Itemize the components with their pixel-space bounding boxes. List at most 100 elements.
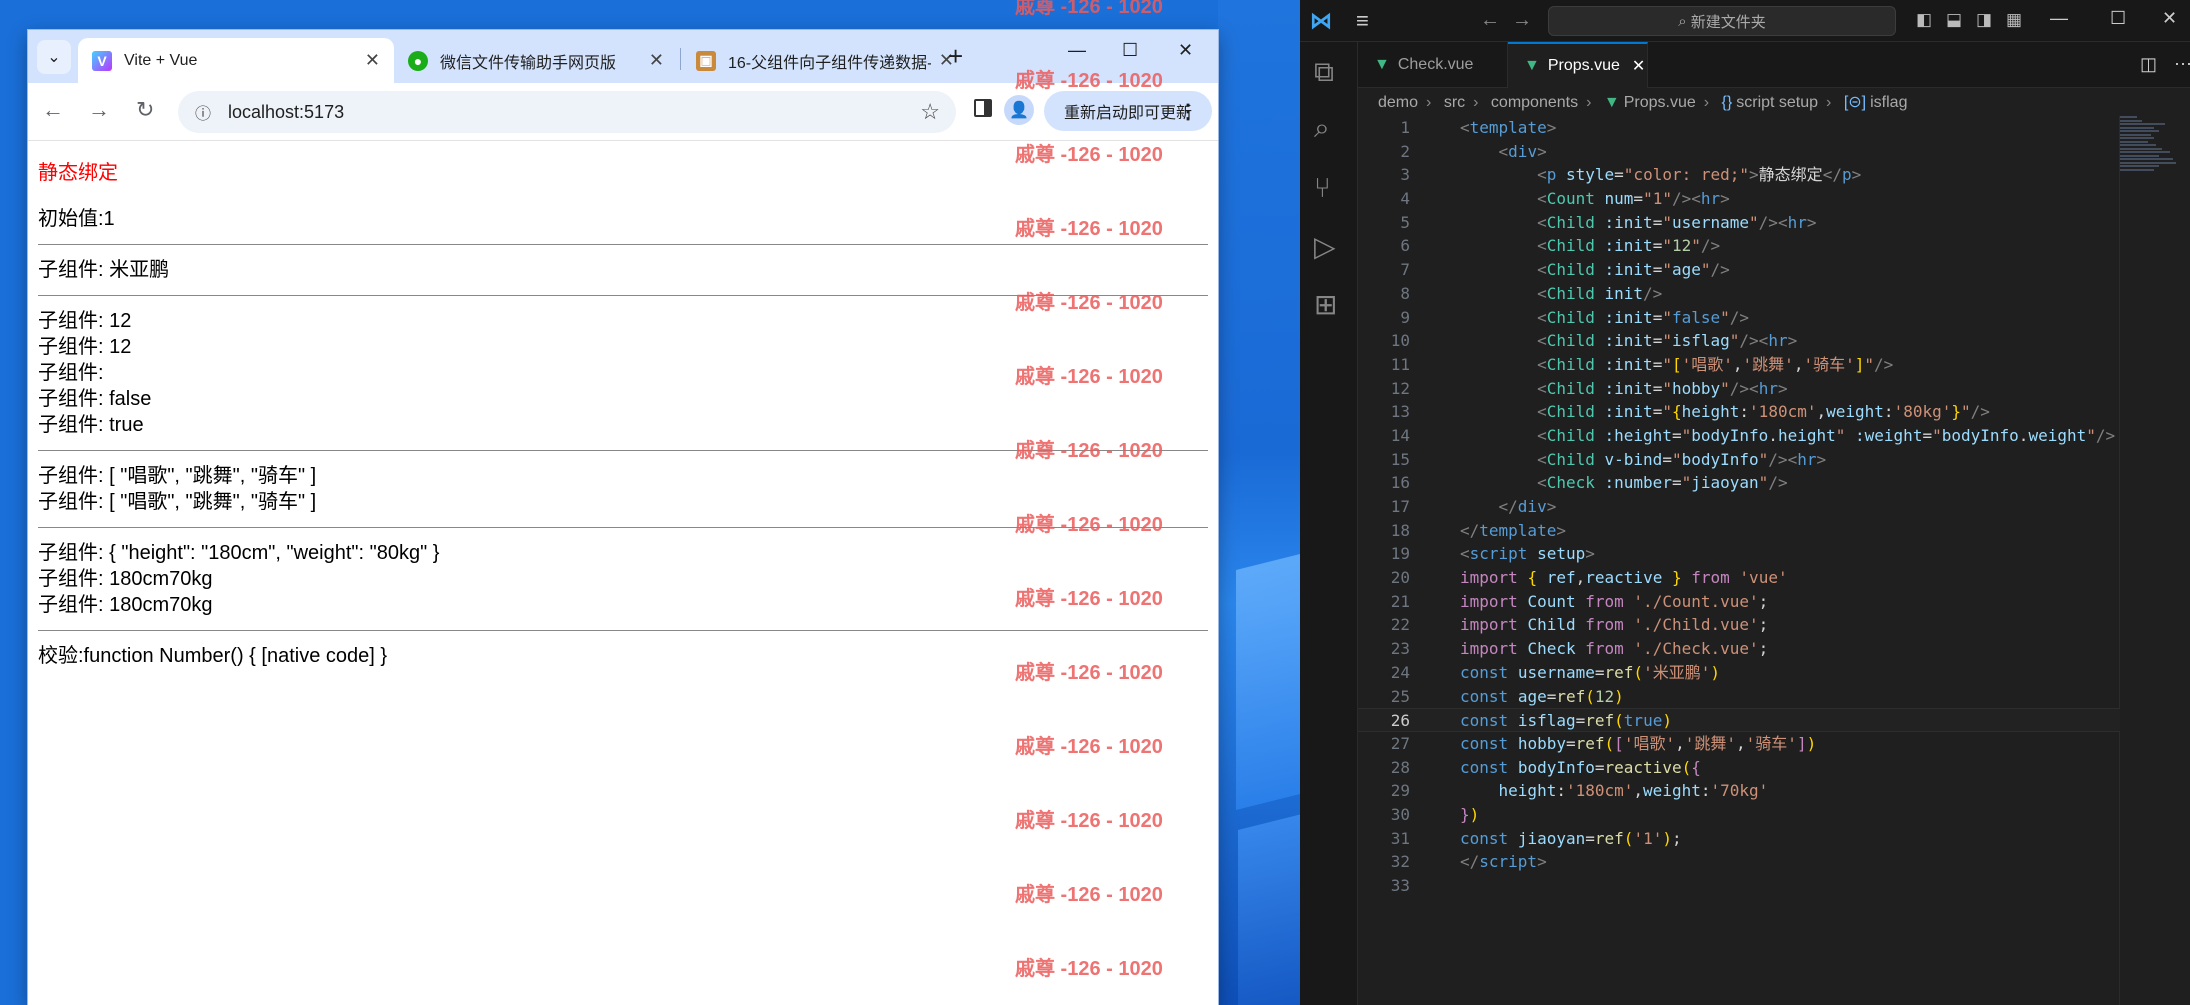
new-tab-plus-icon[interactable]: + — [948, 41, 963, 72]
code-line: 19 <script setup> — [1390, 544, 1595, 564]
code-line: 21 import Count from './Count.vue'; — [1390, 591, 1769, 611]
code-line: 6 <Child :init="12"/> — [1400, 236, 1721, 256]
watermark-text: 戚尊 -126 - 1020 — [1015, 0, 1163, 18]
extensions-icon[interactable]: ⊞ — [1314, 288, 1337, 321]
vue-file-icon: ▼ — [1603, 94, 1620, 111]
code-line: 3 <p style="color: red;">静态绑定</p> — [1400, 165, 1862, 185]
breadcrumb-item[interactable]: demo — [1378, 94, 1418, 111]
editor-area: ▼ Check.vue ▼ Props.vue ✕ ◫ ⋯ demo › src ›… — [1358, 42, 2190, 1005]
code-line: 27 const hobby=ref(['唱歌','跳舞','骑车']) — [1390, 733, 1817, 753]
editor-tab-check[interactable]: ▼ Check.vue — [1358, 42, 1508, 88]
vue-file-icon: ▼ — [1374, 56, 1390, 73]
minimap[interactable] — [2120, 116, 2176, 196]
tab-wechat[interactable]: ● 微信文件传输助手网页版 ✕ — [394, 38, 678, 83]
hamburger-menu-icon[interactable]: ≡ — [1356, 8, 1369, 34]
vscode-window: ⋈ ≡ ← → ⌕ 新建文件夹 ◧ ⬓ ◨ ▦ — ☐ ✕ ⧉ ⌕ ⑂ ▷ ⊞ … — [1300, 0, 2190, 1005]
back-arrow-icon[interactable]: ← — [1480, 9, 1500, 32]
code-line: 17 </div> — [1390, 497, 1557, 516]
code-line: 28 const bodyInfo=reactive({ — [1390, 757, 1701, 777]
braces-icon: {} — [1721, 94, 1733, 111]
page-title: 静态绑定 — [38, 162, 118, 184]
profile-avatar-icon[interactable]: 👤 — [1004, 95, 1034, 125]
code-line: 20 import { ref,reactive } from 'vue' — [1390, 568, 1788, 588]
breadcrumb-item[interactable]: components — [1491, 94, 1578, 111]
vscode-logo-icon: ⋈ — [1310, 8, 1332, 33]
close-tab-icon[interactable]: ✕ — [365, 50, 380, 71]
more-actions-icon[interactable]: ⋯ — [2174, 54, 2190, 75]
toggle-secondary-sidebar-icon[interactable]: ◨ — [1976, 10, 1992, 30]
code-line: 13 <Child :init="{height:'180cm',weight:… — [1390, 402, 1990, 422]
breadcrumb-item[interactable]: src — [1444, 94, 1465, 111]
code-line: 12 <Child :init="hobby"/><hr> — [1390, 378, 1788, 398]
editor-tab-props[interactable]: ▼ Props.vue ✕ — [1508, 42, 1648, 88]
search-label: 新建文件夹 — [1690, 13, 1766, 31]
forward-arrow-icon[interactable]: → — [1512, 9, 1532, 32]
more-menu-icon[interactable]: ⋮ — [1178, 99, 1198, 124]
code-editor[interactable]: 1 <template> 2 <div> 3 <p style="color: r… — [1358, 116, 2120, 898]
tab-article[interactable]: ▣ 16-父组件向子组件传递数据- ✕ — [682, 38, 968, 83]
breadcrumb-item[interactable]: isflag — [1870, 94, 1907, 111]
tab-title: 16-父组件向子组件传递数据- — [728, 54, 931, 72]
minimize-icon[interactable]: — — [2050, 8, 2068, 29]
breadcrumb: demo › src › components › ▼ Props.vue › {} scr… — [1378, 94, 1908, 111]
desktop-wallpaper — [1218, 0, 1300, 1005]
divider — [38, 527, 1208, 528]
toggle-panel-icon[interactable]: ⬓ — [1946, 10, 1962, 30]
toggle-primary-sidebar-icon[interactable]: ◧ — [1916, 10, 1932, 30]
split-editor-icon[interactable]: ◫ — [2140, 54, 2157, 75]
tab-strip: ⌄ V Vite + Vue ✕ ● 微信文件传输助手网页版 ✕ ▣ 16-父组… — [28, 30, 1218, 83]
tab-search-chevron-icon[interactable]: ⌄ — [37, 40, 71, 74]
wallpaper-pane — [1238, 810, 1300, 1005]
editor-tabs: ▼ Check.vue ▼ Props.vue ✕ ◫ ⋯ — [1358, 42, 2190, 88]
child-output: 子组件: [ "唱歌", "跳舞", "骑车" ] — [38, 491, 317, 513]
code-line: 25 const age=ref(12) — [1390, 686, 1624, 706]
code-line: 5 <Child :init="username"/><hr> — [1400, 212, 1817, 232]
article-icon: ▣ — [696, 50, 716, 71]
source-control-icon[interactable]: ⑂ — [1314, 172, 1331, 204]
command-center-search[interactable]: ⌕ 新建文件夹 — [1548, 6, 1896, 36]
code-line: 15 <Child v-bind="bodyInfo"/><hr> — [1390, 449, 1827, 469]
back-arrow-icon[interactable]: ← — [42, 97, 64, 123]
child-output: 子组件: 180cm70kg — [38, 594, 213, 616]
tab-vite-vue[interactable]: V Vite + Vue ✕ — [78, 38, 394, 83]
run-debug-icon[interactable]: ▷ — [1314, 230, 1336, 263]
bookmark-star-icon[interactable]: ☆ — [920, 99, 940, 125]
code-line: 10 <Child :init="isflag"/><hr> — [1390, 331, 1798, 351]
child-output: 子组件: true — [38, 414, 144, 436]
site-info-icon[interactable]: ⓘ — [188, 100, 218, 124]
close-tab-icon[interactable]: ✕ — [649, 50, 664, 71]
wallpaper-pane — [1236, 550, 1300, 810]
maximize-icon[interactable]: ☐ — [1122, 40, 1138, 61]
maximize-icon[interactable]: ☐ — [2110, 8, 2126, 29]
customize-layout-icon[interactable]: ▦ — [2006, 10, 2022, 30]
breadcrumb-item[interactable]: script setup — [1736, 94, 1818, 111]
variable-icon: [⊝] — [1843, 94, 1867, 111]
side-panel-icon[interactable] — [974, 99, 992, 117]
activity-bar: ⧉ ⌕ ⑂ ▷ ⊞ — [1300, 42, 1358, 1005]
code-line-current: 26 const isflag=ref(true) — [1358, 708, 2120, 732]
update-relaunch-button[interactable]: 重新启动即可更新 ⋮ — [1044, 91, 1212, 131]
code-line: 4 <Count num="1"/><hr> — [1400, 189, 1730, 209]
child-output: 子组件: 180cm70kg — [38, 568, 213, 590]
update-label: 重新启动即可更新 — [1064, 105, 1193, 122]
code-line: 33 — [1390, 876, 1410, 895]
minimize-icon[interactable]: — — [1068, 40, 1086, 61]
close-tab-icon[interactable]: ✕ — [1632, 56, 1645, 76]
close-window-icon[interactable]: ✕ — [2162, 8, 2177, 29]
wechat-icon: ● — [408, 50, 428, 71]
code-line: 29 height:'180cm',weight:'70kg' — [1390, 781, 1769, 801]
code-line: 11 <Child :init="['唱歌','跳舞','骑车']"/> — [1390, 354, 1894, 374]
code-line: 8 <Child init/> — [1400, 283, 1663, 303]
search-icon: ⌕ — [1678, 12, 1691, 30]
address-bar[interactable]: ⓘ localhost:5173 ☆ — [178, 91, 956, 133]
forward-arrow-icon[interactable]: → — [88, 97, 110, 123]
address-bar-url[interactable]: localhost:5173 — [228, 102, 920, 123]
code-line: 23 import Check from './Check.vue'; — [1390, 639, 1769, 659]
breadcrumb-item[interactable]: Props.vue — [1624, 94, 1696, 111]
editor-tab-label: Props.vue — [1547, 57, 1620, 74]
reload-icon[interactable]: ↻ — [136, 97, 154, 123]
explorer-icon[interactable]: ⧉ — [1314, 56, 1334, 89]
search-icon[interactable]: ⌕ — [1314, 112, 1330, 145]
close-window-icon[interactable]: ✕ — [1178, 40, 1193, 61]
